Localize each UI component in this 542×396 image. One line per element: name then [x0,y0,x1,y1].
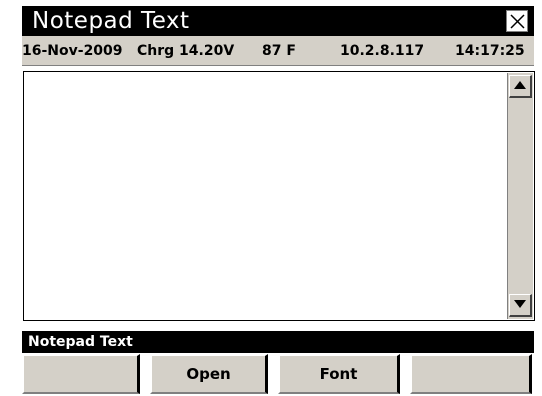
arrow-up-icon [514,81,526,89]
open-button[interactable]: Open [150,354,268,394]
scroll-down-button[interactable] [509,294,532,317]
font-button[interactable]: Font [278,354,400,394]
status-charge: Chrg 14.20V [137,43,235,59]
status-bar: 16-Nov-2009 Chrg 14.20V 87 F 10.2.8.117 … [22,36,534,66]
softkey-1-button[interactable] [22,354,140,394]
softkey-label: Notepad Text [28,334,133,350]
close-button[interactable] [506,10,528,32]
app-window: Notepad Text 16-Nov-2009 Chrg 14.20V 87 … [0,0,542,396]
softkey-4-button[interactable] [410,354,532,394]
softkey-label-bar: Notepad Text [22,331,534,353]
vertical-scrollbar[interactable] [507,73,533,319]
close-icon [510,14,525,29]
window-title: Notepad Text [32,8,190,34]
title-bar: Notepad Text [22,6,534,36]
arrow-down-icon [514,300,526,308]
softkey-row: Open Font [22,354,536,396]
scroll-up-button[interactable] [509,75,532,98]
status-ip: 10.2.8.117 [340,43,425,59]
status-time: 14:17:25 [455,43,525,59]
notepad-text-area[interactable] [26,74,506,318]
status-temperature: 87 F [262,43,296,59]
status-date: 16-Nov-2009 [22,43,123,59]
text-editor [23,71,535,321]
